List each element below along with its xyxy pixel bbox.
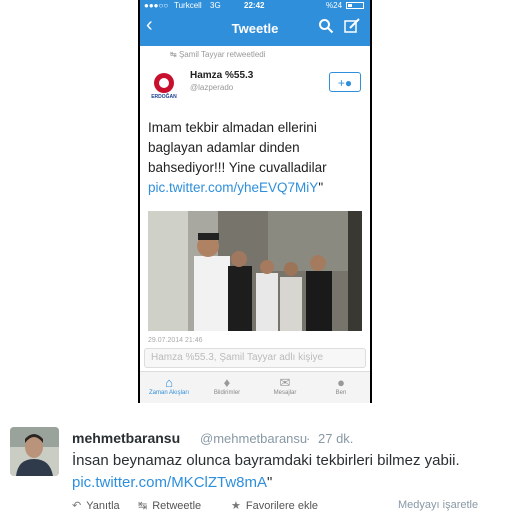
- person-icon: ●: [337, 375, 345, 390]
- favorite-button[interactable]: ★ Favorilere ekle: [231, 499, 318, 512]
- nav-title: Tweetle: [231, 21, 279, 36]
- outer-tweet-link[interactable]: pic.twitter.com/MKClZTw8mA: [72, 474, 267, 491]
- tab-me[interactable]: ● Ben: [318, 375, 364, 396]
- retweet-button[interactable]: ↹ Retweetle: [138, 499, 201, 512]
- meta-separator: ·: [306, 431, 311, 446]
- envelope-icon: ✉: [279, 375, 291, 390]
- phone-screen: ●●●○○ Turkcell 3G 22:42 %24 ‹ Tweetle ↹ …: [140, 0, 370, 403]
- tweet-time[interactable]: 27 dk.: [318, 431, 353, 446]
- tab-label: Ben: [335, 390, 347, 396]
- reply-input[interactable]: Hamza %55.3, Şamil Tayyar adlı kişiye: [144, 348, 366, 368]
- home-icon: ⌂: [165, 375, 173, 390]
- tab-label: Mesajlar: [273, 390, 297, 396]
- search-icon[interactable]: [318, 18, 334, 40]
- retweet-icon: ↹: [170, 50, 179, 59]
- follow-button[interactable]: +●: [329, 72, 361, 92]
- tweet-media-link[interactable]: pic.twitter.com/yheEVQ7MiY: [148, 180, 318, 195]
- retweeted-by-line: ↹ Şamil Tayyar retweetledi: [170, 50, 266, 59]
- nav-bar: ‹ Tweetle: [140, 12, 370, 46]
- compose-icon[interactable]: [344, 18, 361, 40]
- author-handle[interactable]: @mehmetbaransu: [200, 431, 307, 446]
- tweet-text-line: baglayan adamlar dinden: [148, 140, 300, 155]
- status-bar: ●●●○○ Turkcell 3G 22:42 %24: [140, 0, 370, 12]
- carrier-label: Turkcell: [174, 1, 202, 10]
- avatar-logo-text: ERDOĞAN: [151, 94, 177, 100]
- tab-label: Zaman Akışları: [148, 390, 189, 396]
- flag-media-link[interactable]: Medyayı işaretle: [398, 499, 478, 511]
- tweet-text-line: Imam tekbir almadan ellerini: [148, 120, 317, 135]
- tweet-link-suffix: ": [318, 180, 324, 195]
- tab-timelines[interactable]: ⌂ Zaman Akışları: [146, 375, 192, 396]
- author-avatar[interactable]: [10, 427, 59, 476]
- outer-tweet-sentence: İnsan beynamaz olunca bayramdaki tekbirl…: [72, 452, 460, 469]
- clock: 22:42: [244, 1, 265, 10]
- phone-screenshot: ●●●○○ Turkcell 3G 22:42 %24 ‹ Tweetle ↹ …: [138, 0, 372, 403]
- reply-placeholder: Hamza %55.3, Şamil Tayyar adlı kişiye: [151, 352, 324, 363]
- tab-notifications[interactable]: ♦ Bildirimler: [204, 375, 250, 396]
- tab-bar: ⌂ Zaman Akışları ♦ Bildirimler ✉ Mesajla…: [140, 371, 370, 403]
- bell-icon: ♦: [223, 375, 231, 390]
- retweet-icon: ↹: [138, 500, 148, 512]
- tweet-text: Imam tekbir almadan ellerini baglayan ad…: [148, 118, 368, 198]
- outer-link-suffix: ": [267, 474, 273, 491]
- tweet-text-line: bahsediyor!!! Yine cuvalladilar: [148, 160, 327, 175]
- tweet-avatar[interactable]: ERDOĞAN: [148, 70, 180, 102]
- tab-label: Bildirimler: [213, 390, 241, 396]
- tab-messages[interactable]: ✉ Mesajlar: [262, 375, 308, 396]
- tweet-author-name[interactable]: Hamza %55.3: [190, 70, 253, 81]
- reply-icon: ↶: [72, 500, 82, 512]
- tweet-author-handle[interactable]: @lazperado: [190, 83, 233, 92]
- outer-tweet-text: İnsan beynamaz olunca bayramdaki tekbirl…: [72, 450, 460, 494]
- tweet-photo[interactable]: [148, 211, 362, 331]
- photo-mosque-prayer: [148, 211, 362, 331]
- network-label: 3G: [210, 1, 221, 10]
- signal-dots: ●●●○○: [144, 1, 169, 10]
- tweet-date: 29.07.2014 21:46: [148, 337, 203, 344]
- author-name[interactable]: mehmetbaransu: [72, 430, 180, 446]
- star-icon: ★: [231, 500, 241, 512]
- reply-button[interactable]: ↶ Yanıtla: [72, 499, 120, 512]
- battery-label: %24: [326, 1, 343, 10]
- battery-icon: [346, 2, 364, 9]
- add-person-icon: +●: [337, 76, 353, 90]
